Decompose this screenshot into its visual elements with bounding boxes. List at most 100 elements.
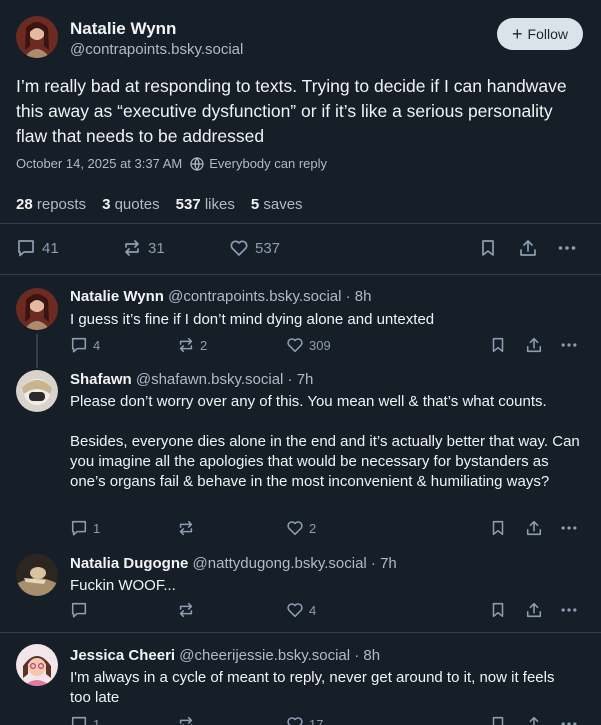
reply-icon [70,336,88,354]
repost-button[interactable] [177,601,200,619]
like-button[interactable]: 2 [286,519,316,537]
share-icon [518,238,538,258]
reply-author-handle[interactable]: @nattydugong.bsky.social · 7h [193,555,397,572]
repost-icon [177,519,195,537]
repost-button[interactable] [177,519,200,537]
bookmark-button[interactable] [489,715,507,725]
reply-text: Fuckin WOOF... [70,576,585,596]
reply-avatar[interactable] [16,288,58,330]
stats-divider [0,223,601,224]
more-icon [557,238,577,258]
quotes-stat[interactable]: 3 quotes [102,196,160,213]
reply-paragraph: Fuckin WOOF... [70,577,176,594]
reply-text: I'm always in a cycle of meant to reply,… [70,668,570,708]
heart-icon [286,519,304,537]
share-button[interactable] [525,336,543,354]
more-icon [560,336,578,354]
reply-actions: 4 [70,601,580,619]
repost-button[interactable] [177,715,200,725]
like-count: 537 [255,239,281,257]
reply-author-name[interactable]: Shafawn [70,371,132,388]
share-button[interactable] [525,519,543,537]
reply-author-name[interactable]: Natalie Wynn [70,288,164,305]
bookmark-icon [489,601,507,619]
reply-avatar[interactable] [16,554,58,596]
reply-icon [16,238,36,258]
reply-author-name[interactable]: Jessica Cheeri [70,647,175,664]
bookmark-button[interactable] [478,238,498,258]
reply-paragraph: I'm always in a cycle of meant to reply,… [70,669,555,706]
more-button[interactable] [560,519,578,537]
bookmark-button[interactable] [489,601,507,619]
bookmark-icon [478,238,498,258]
reply-paragraph: I guess it’s fine if I don’t mind dying … [70,311,435,328]
post-timestamp[interactable]: October 14, 2025 at 3:37 AM [16,156,182,171]
reply-count: 4 [93,337,101,353]
heart-icon [286,601,304,619]
reply-post[interactable]: Jessica Cheeri @cheerijessie.bsky.social… [0,633,601,725]
reply-button[interactable]: 4 [70,336,100,354]
repost-icon [177,336,195,354]
bookmark-button[interactable] [489,336,507,354]
reply-author-handle[interactable]: @cheerijessie.bsky.social · 8h [179,647,380,664]
globe-icon [190,156,204,171]
heart-icon [286,336,304,354]
share-icon [525,519,543,537]
reply-header: Jessica Cheeri @cheerijessie.bsky.social… [70,647,380,664]
post-actions: 41 31 537 [16,238,584,262]
reply-post[interactable]: Natalia Dugogne @nattydugong.bsky.social… [0,544,601,632]
more-button[interactable] [557,238,577,258]
more-icon [560,715,578,725]
reply-button[interactable]: 1 [70,519,100,537]
reply-text: I guess it’s fine if I don’t mind dying … [70,310,585,330]
like-count: 4 [309,602,317,618]
like-button[interactable]: 17 [286,715,323,725]
author-handle[interactable]: @contrapoints.bsky.social [70,41,243,58]
like-count: 2 [309,520,317,536]
share-icon [525,601,543,619]
author-avatar[interactable] [16,16,58,58]
reposts-stat[interactable]: 28 reposts [16,196,86,213]
thread-line [36,334,38,362]
like-button[interactable]: 309 [286,336,331,354]
more-button[interactable] [560,336,578,354]
follow-label: Follow [527,26,568,42]
reply-author-handle[interactable]: @contrapoints.bsky.social · 8h [168,288,371,305]
bookmark-button[interactable] [489,519,507,537]
reply-actions: 1 2 [70,519,580,537]
reply-icon [70,519,88,537]
like-button[interactable]: 537 [229,238,280,258]
repost-count: 31 [148,239,165,257]
reply-author-name[interactable]: Natalia Dugogne [70,555,188,572]
follow-button[interactable]: + Follow [497,18,583,50]
reply-post[interactable]: Shafawn @shafawn.bsky.social · 7h Please… [0,362,601,542]
reply-post[interactable]: Natalie Wynn @contrapoints.bsky.social ·… [0,276,601,362]
author-name[interactable]: Natalie Wynn [70,19,176,39]
plus-icon: + [512,23,523,44]
repost-icon [177,715,195,725]
reply-author-handle[interactable]: @shafawn.bsky.social · 7h [136,371,314,388]
more-icon [560,519,578,537]
reply-button[interactable]: 1 [70,715,100,725]
share-button[interactable] [518,238,538,258]
repost-button[interactable]: 2 [177,336,207,354]
repost-button[interactable]: 31 [122,238,165,258]
likes-stat[interactable]: 537 likes [176,196,235,213]
reply-avatar[interactable] [16,370,58,412]
reply-header: Natalia Dugogne @nattydugong.bsky.social… [70,555,397,572]
share-button[interactable] [525,715,543,725]
reply-button[interactable] [70,601,93,619]
saves-stat[interactable]: 5 saves [251,196,303,213]
post-stats: 28 reposts 3 quotes 537 likes 5 saves [16,196,303,213]
like-button[interactable]: 4 [286,601,316,619]
share-button[interactable] [525,601,543,619]
reply-setting: Everybody can reply [190,156,327,171]
reply-button[interactable]: 41 [16,238,59,258]
reply-count: 1 [93,716,101,725]
reply-icon [70,715,88,725]
more-button[interactable] [560,601,578,619]
reply-count: 1 [93,520,101,536]
reply-avatar[interactable] [16,644,58,686]
more-button[interactable] [560,715,578,725]
thread-line [36,362,38,368]
